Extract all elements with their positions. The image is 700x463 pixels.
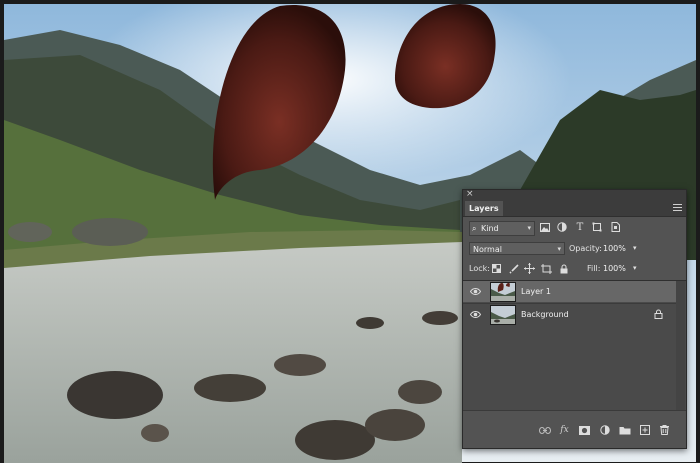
search-icon: ⌕: [472, 224, 477, 233]
opacity-label: Opacity:: [569, 244, 602, 253]
layers-panel: × Layers ⌕ Kind ▾ T Normal ▾ Opacity: 10…: [462, 189, 687, 449]
image-filter-icon[interactable]: [539, 221, 551, 233]
chevron-down-icon: ▾: [527, 224, 531, 232]
panel-menu-icon[interactable]: [673, 204, 682, 211]
photoshop-canvas[interactable]: × Layers ⌕ Kind ▾ T Normal ▾ Opacity: 10…: [0, 0, 700, 463]
lock-transparent-pixels-icon[interactable]: [491, 263, 502, 274]
blend-row: Normal ▾ Opacity: 100% ▾: [463, 239, 686, 259]
chevron-down-icon: ▾: [557, 245, 561, 253]
opacity-chevron-icon[interactable]: ▾: [633, 242, 637, 255]
layer-name: Background: [521, 310, 569, 319]
filter-kind-dropdown[interactable]: ⌕ Kind ▾: [469, 221, 535, 236]
smart-object-filter-icon[interactable]: [609, 221, 621, 233]
lock-label: Lock:: [469, 264, 490, 273]
adjustment-filter-icon[interactable]: [556, 221, 568, 233]
tab-layers[interactable]: Layers: [465, 201, 503, 216]
blend-mode-value: Normal: [473, 245, 502, 254]
lock-row: Lock: Fill: 100% ▾: [463, 259, 686, 279]
fx-icon[interactable]: fx: [558, 424, 571, 436]
layer-thumbnail: [490, 305, 516, 325]
folder-icon[interactable]: [618, 424, 631, 436]
new-layer-icon[interactable]: [638, 424, 651, 436]
mask-icon[interactable]: [578, 424, 591, 436]
layer-thumbnail: [490, 282, 516, 302]
eye-icon[interactable]: [469, 286, 482, 297]
fill-chevron-icon[interactable]: ▾: [633, 262, 637, 275]
trash-icon[interactable]: [658, 424, 671, 436]
adjustment-icon[interactable]: [598, 424, 611, 436]
layers-list: Layer 1 Background: [463, 280, 686, 411]
filter-kind-label: Kind: [481, 224, 499, 233]
lock-image-pixels-icon[interactable]: [508, 263, 519, 274]
fill-label: Fill:: [587, 264, 601, 273]
shape-filter-icon[interactable]: [591, 221, 603, 233]
layers-scrollbar[interactable]: [676, 281, 685, 411]
lock-artboard-icon[interactable]: [541, 263, 552, 274]
panel-tab-bar: Layers: [463, 200, 686, 217]
layer-row-layer-1[interactable]: Layer 1: [463, 281, 676, 302]
panel-title-bar[interactable]: ×: [463, 189, 686, 200]
type-filter-icon[interactable]: T: [574, 221, 586, 233]
lock-all-icon[interactable]: [558, 263, 569, 274]
opacity-field[interactable]: 100%: [603, 242, 637, 255]
lock-position-icon[interactable]: [524, 263, 535, 274]
fill-field[interactable]: 100%: [603, 262, 626, 275]
panel-bottom-toolbar: fx: [463, 410, 686, 449]
link-icon[interactable]: [538, 424, 551, 436]
layer-name: Layer 1: [521, 287, 551, 296]
filter-row: ⌕ Kind ▾ T: [463, 218, 686, 238]
layer-row-background[interactable]: Background: [463, 303, 676, 325]
eye-icon[interactable]: [469, 309, 482, 320]
panel-close-button[interactable]: ×: [466, 189, 474, 199]
lock-icon[interactable]: [654, 309, 663, 319]
blend-mode-dropdown[interactable]: Normal ▾: [469, 242, 565, 255]
